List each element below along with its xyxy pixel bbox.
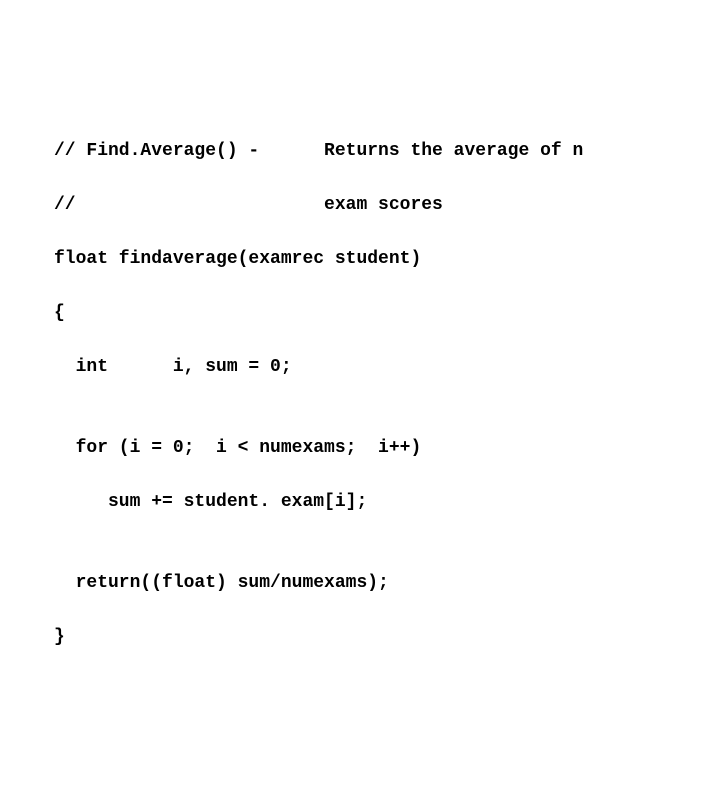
code-line-10: } xyxy=(54,624,720,651)
code-line-0: // Find.Average() - Returns the average … xyxy=(54,138,720,165)
code-line-4: int i, sum = 0; xyxy=(54,354,720,381)
code-line-9: return((float) sum/numexams); xyxy=(54,570,720,597)
code-line-6: for (i = 0; i < numexams; i++) xyxy=(54,435,720,462)
code-line-3: { xyxy=(54,300,720,327)
code-line-1: // exam scores xyxy=(54,192,720,219)
code-line-2: float findaverage(examrec student) xyxy=(54,246,720,273)
code-line-7: sum += student. exam[i]; xyxy=(54,489,720,516)
